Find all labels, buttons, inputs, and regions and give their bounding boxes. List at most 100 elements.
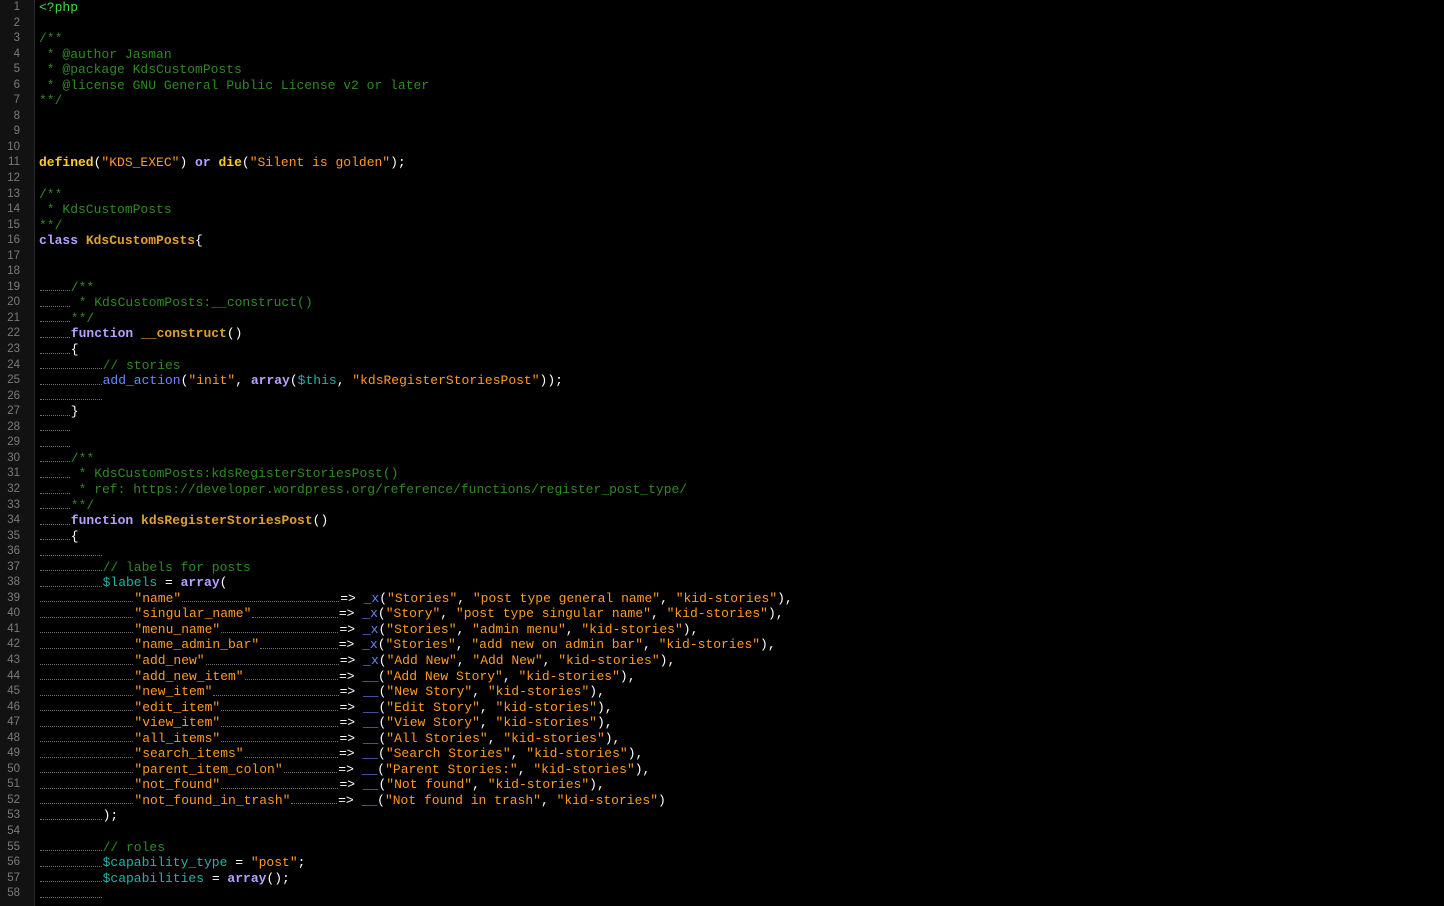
code-line[interactable]: 19 /** — [0, 280, 1444, 296]
code-line[interactable]: 22 function __construct() — [0, 326, 1444, 342]
code-line[interactable]: 26 — [0, 389, 1444, 405]
code-token-punc: { — [195, 233, 203, 249]
code-token-str: "kid-stories" — [495, 699, 597, 715]
code-token-comment: **/ — [70, 310, 95, 326]
code-line[interactable]: 40 "singular_name" => _x("Story", "post … — [0, 606, 1444, 622]
code-line[interactable]: 25 add_action("init", array($this, "kdsR… — [0, 373, 1444, 389]
code-line[interactable]: 13 /** — [0, 187, 1444, 203]
code-token-punc: ( — [378, 668, 386, 684]
code-line[interactable]: 2 — [0, 16, 1444, 32]
code-line[interactable]: 27 } — [0, 404, 1444, 420]
code-token-punc: ( — [241, 155, 250, 171]
code-line[interactable]: 33 **/ — [0, 498, 1444, 514]
code-text: "edit_item" => __("Edit Story", "kid-sto… — [39, 700, 613, 716]
code-line[interactable]: 9 — [0, 124, 1444, 140]
whitespace-marker — [39, 358, 103, 374]
code-line[interactable]: 8 — [0, 109, 1444, 125]
code-line[interactable]: 14 * KdsCustomPosts — [0, 202, 1444, 218]
code-line[interactable]: 18 — [0, 264, 1444, 280]
code-line[interactable]: 15 **/ — [0, 218, 1444, 234]
code-line[interactable]: 30 /** — [0, 451, 1444, 467]
code-line[interactable]: 44 "add_new_item" => __("Add New Story",… — [0, 669, 1444, 685]
code-line[interactable]: 50 "parent_item_colon" => __("Parent Sto… — [0, 762, 1444, 778]
code-token-str: "kid-stories" — [558, 652, 660, 668]
code-line[interactable]: 41 "menu_name" => _x("Stories", "admin m… — [0, 622, 1444, 638]
line-number: 57 — [7, 871, 20, 884]
code-line[interactable]: 4 * @author Jasman — [0, 47, 1444, 63]
code-line[interactable]: 55 // roles — [0, 840, 1444, 856]
code-token-str: "kdsRegisterStoriesPost" — [352, 373, 540, 389]
line-number: 49 — [7, 747, 20, 760]
whitespace-marker — [181, 591, 340, 607]
code-token-str: "kid-stories" — [556, 792, 658, 808]
code-line[interactable]: 12 — [0, 171, 1444, 187]
code-token-comment: // roles — [102, 839, 166, 855]
code-token-punc: ), — [619, 668, 636, 684]
code-line[interactable]: 21 **/ — [0, 311, 1444, 327]
code-line[interactable]: 16 class KdsCustomPosts{ — [0, 233, 1444, 249]
whitespace-marker — [220, 731, 339, 747]
whitespace-marker — [220, 715, 339, 731]
code-token-str: "singular_name" — [134, 606, 252, 622]
code-token-punc: () — [226, 326, 243, 342]
code-token-comment: * @package KdsCustomPosts — [39, 62, 242, 78]
code-line[interactable]: 10 — [0, 140, 1444, 156]
code-token-op: => — [339, 730, 363, 746]
code-token-punc: ( — [377, 606, 386, 622]
code-line[interactable]: 34 function kdsRegisterStoriesPost() — [0, 513, 1444, 529]
code-text — [39, 420, 71, 436]
code-line[interactable]: 47 "view_item" => __("View Story", "kid-… — [0, 715, 1444, 731]
code-line[interactable]: 49 "search_items" => __("Search Stories"… — [0, 746, 1444, 762]
code-token-str: "Search Stories" — [385, 746, 511, 762]
code-token-var: $labels — [102, 575, 158, 591]
line-number: 11 — [8, 156, 20, 169]
code-line[interactable]: 5 * @package KdsCustomPosts — [0, 62, 1444, 78]
code-token-punc: , — [455, 637, 472, 653]
code-token-str: "post type general name" — [472, 590, 661, 606]
code-line[interactable]: 56 $capability_type = "post"; — [0, 855, 1444, 871]
code-line[interactable]: 36 — [0, 544, 1444, 560]
code-line[interactable]: 23 { — [0, 342, 1444, 358]
code-line[interactable]: 51 "not_found" => __("Not found", "kid-s… — [0, 777, 1444, 793]
code-editor[interactable]: 1 <?php 2 3/** 4 * @author Jasman 5 * @packag… — [0, 0, 1444, 906]
code-token-op: => — [339, 699, 363, 715]
code-line[interactable]: 29 — [0, 435, 1444, 451]
code-token-punc: = — [227, 855, 251, 871]
code-line[interactable]: 42 "name_admin_bar" => _x("Stories", "ad… — [0, 637, 1444, 653]
code-line[interactable]: 53 ); — [0, 808, 1444, 824]
code-line[interactable]: 37 // labels for posts — [0, 560, 1444, 576]
code-line[interactable]: 58 — [0, 886, 1444, 902]
code-line[interactable]: 35 { — [0, 529, 1444, 545]
code-line[interactable]: 54 — [0, 824, 1444, 840]
line-number: 27 — [7, 405, 20, 418]
code-line[interactable]: 28 — [0, 420, 1444, 436]
code-token-str: "not_found_in_trash" — [134, 792, 291, 808]
code-line[interactable]: 45 "new_item" => __("New Story", "kid-st… — [0, 684, 1444, 700]
code-line[interactable]: 24 // stories — [0, 358, 1444, 374]
code-line[interactable]: 7 **/ — [0, 93, 1444, 109]
code-text: * ref: https://developer.wordpress.org/r… — [39, 482, 687, 498]
code-token-str: "post type singular name" — [455, 606, 651, 622]
code-line[interactable]: 11 defined("KDS_EXEC") or die("Silent is … — [0, 155, 1444, 171]
code-line[interactable]: 3 /** — [0, 31, 1444, 47]
code-line[interactable]: 38 $labels = array( — [0, 575, 1444, 591]
code-line[interactable]: 48 "all_items" => __("All Stories", "kid… — [0, 731, 1444, 747]
code-text: **/ — [39, 93, 62, 109]
code-line[interactable]: 43 "add_new" => _x("Add New", "Add New",… — [0, 653, 1444, 669]
code-text: // labels for posts — [39, 560, 251, 576]
code-line[interactable]: 46 "edit_item" => __("Edit Story", "kid-… — [0, 700, 1444, 716]
code-text: "add_new_item" => __("Add New Story", "k… — [39, 669, 636, 685]
code-line[interactable]: 39 "name" => _x("Stories", "post type ge… — [0, 591, 1444, 607]
code-line[interactable]: 17 — [0, 249, 1444, 265]
code-line[interactable]: 57 $capabilities = array(); — [0, 871, 1444, 887]
code-token-php: <?php — [39, 0, 79, 15]
line-number: 13 — [7, 187, 20, 200]
code-token-punc: { — [70, 342, 79, 358]
code-line[interactable]: 20 * KdsCustomPosts:__construct() — [0, 295, 1444, 311]
code-line[interactable]: 32 * ref: https://developer.wordpress.or… — [0, 482, 1444, 498]
line-number: 56 — [7, 856, 20, 869]
code-line[interactable]: 6 * @license GNU General Public License … — [0, 78, 1444, 94]
code-line[interactable]: 1 <?php — [0, 0, 1444, 16]
code-line[interactable]: 31 * KdsCustomPosts:kdsRegisterStoriesPo… — [0, 466, 1444, 482]
code-line[interactable]: 52 "not_found_in_trash" => __("Not found… — [0, 793, 1444, 809]
